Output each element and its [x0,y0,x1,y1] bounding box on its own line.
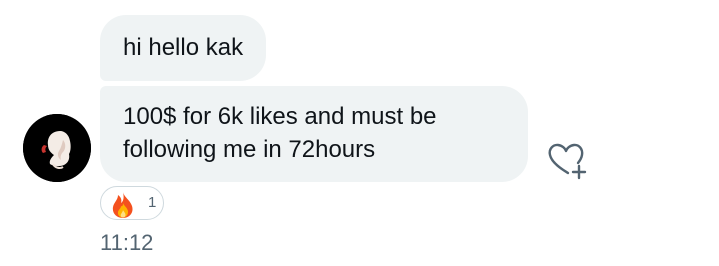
reaction-count: 1 [148,194,157,211]
message-text: 100$ for 6k likes and must be following … [123,103,437,163]
message-timestamp: 11:12 [100,230,154,255]
fire-icon [112,192,133,218]
add-reaction-button[interactable] [544,140,590,182]
message-bubble-2[interactable]: 100$ for 6k likes and must be following … [100,86,528,182]
message-text: hi hello kak [123,34,244,61]
heart-plus-icon [548,143,587,180]
avatar[interactable] [23,114,91,182]
message-bubble-1[interactable]: hi hello kak [100,15,267,81]
reaction-chip-fire[interactable]: 1 [100,186,164,220]
avatar-image [23,114,91,182]
